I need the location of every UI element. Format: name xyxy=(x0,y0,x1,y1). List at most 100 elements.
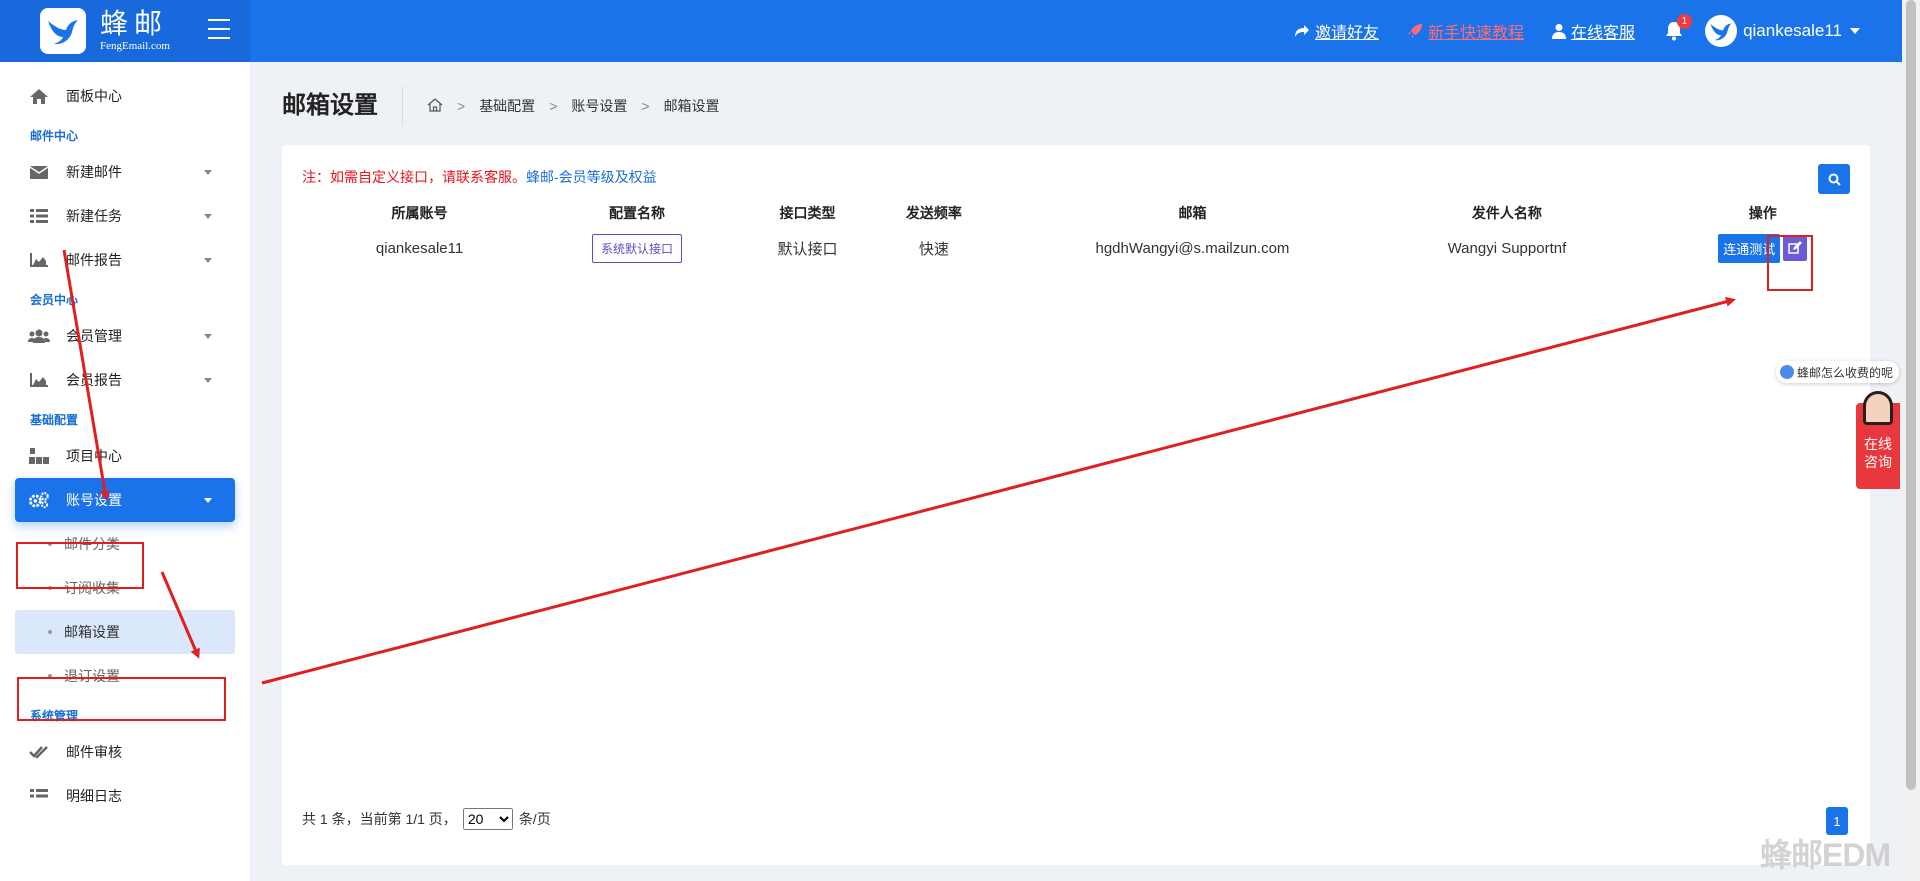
page-header: 邮箱设置 > 基础配置 > 账号设置 > 邮箱设置 xyxy=(282,86,720,126)
pagination-summary: 共 1 条，当前第 1/1 页， xyxy=(302,811,457,827)
sidebar-item-dashboard[interactable]: 面板中心 xyxy=(0,74,250,118)
search-button[interactable] xyxy=(1818,164,1850,194)
notification-bell-icon[interactable]: 1 xyxy=(1665,14,1693,41)
mailbox-table: 所属账号 配置名称 接口类型 发送频率 邮箱 发件人名称 操作 qiankesa… xyxy=(302,201,1842,271)
user-menu[interactable]: qiankesale11 xyxy=(1705,15,1860,47)
sidebar-item-member-manage[interactable]: 会员管理 xyxy=(0,314,250,358)
col-frequency: 发送频率 xyxy=(905,205,962,221)
chevron-down-icon xyxy=(204,334,212,339)
home-icon xyxy=(28,88,50,105)
sidebar-item-operation-log[interactable]: 明细日志 xyxy=(0,774,250,818)
tutorial-link[interactable]: 新手快速教程 xyxy=(1407,19,1524,43)
breadcrumb-base-config[interactable]: 基础配置 xyxy=(479,96,535,116)
sidebar-item-member-report[interactable]: 会员报告 xyxy=(0,358,250,402)
watermark: 蜂邮EDM xyxy=(1760,837,1891,873)
mailbox-panel: 注：如需自定义接口，请联系客服。蜂邮-会员等级及权益 所属账号 配置名称 接口类… xyxy=(282,145,1870,865)
chevron-down-icon xyxy=(204,214,212,219)
sidebar-subitem-mailbox-settings[interactable]: 邮箱设置 xyxy=(15,610,235,654)
col-email: 邮箱 xyxy=(1178,205,1207,221)
membership-link[interactable]: 蜂邮-会员等级及权益 xyxy=(526,169,657,185)
edit-button[interactable] xyxy=(1783,235,1808,261)
home-icon[interactable] xyxy=(427,98,443,115)
chevron-down-icon xyxy=(204,378,212,383)
sidebar-item-project-center[interactable]: 项目中心 xyxy=(0,434,250,478)
notice: 注：如需自定义接口，请联系客服。蜂邮-会员等级及权益 xyxy=(302,167,657,187)
sidebar: 面板中心 邮件中心 新建邮件 新建任务 邮件报告 会员中心 会员管理 会员报告 … xyxy=(0,62,250,881)
col-actions: 操作 xyxy=(1748,205,1777,221)
table-row: qiankesale11 系统默认接口 默认接口 快速 hgdhWangyi@s… xyxy=(302,225,1842,271)
scrollbar[interactable] xyxy=(1902,0,1920,881)
section-mail-center: 邮件中心 xyxy=(30,129,79,143)
pricing-question-bubble[interactable]: 蜂邮怎么收费的呢 xyxy=(1776,361,1900,383)
breadcrumb-account-settings[interactable]: 账号设置 xyxy=(571,96,627,116)
list-icon xyxy=(28,209,50,223)
breadcrumb: > 基础配置 > 账号设置 > 邮箱设置 xyxy=(427,96,720,116)
chevron-right-icon: > xyxy=(641,98,650,114)
username: qiankesale11 xyxy=(1743,21,1842,40)
area-chart-icon xyxy=(28,253,50,267)
avatar xyxy=(1705,15,1738,47)
invite-label: 邀请好友 xyxy=(1315,25,1380,42)
chat-icon xyxy=(1780,365,1794,379)
cell-interface-type: 默认接口 xyxy=(777,240,838,258)
col-interface-type: 接口类型 xyxy=(779,205,836,221)
gears-icon xyxy=(28,491,50,509)
col-config-name: 配置名称 xyxy=(609,205,666,221)
section-base-config: 基础配置 xyxy=(30,413,79,427)
sidebar-item-mail-report[interactable]: 邮件报告 xyxy=(0,238,250,282)
config-name-tag[interactable]: 系统默认接口 xyxy=(592,233,683,263)
rocket-icon xyxy=(1408,24,1423,38)
brand-domain: FengEmail.com xyxy=(100,40,170,52)
cell-sender: Wangyi Supportnf xyxy=(1447,239,1567,257)
chevron-down-icon xyxy=(204,498,212,503)
connectivity-test-button[interactable]: 连通测试 xyxy=(1718,233,1781,263)
sidebar-item-account-settings[interactable]: 账号设置 xyxy=(15,478,235,522)
scrollbar-thumb[interactable] xyxy=(1906,0,1916,790)
agent-avatar-icon xyxy=(1863,391,1893,425)
area-chart-icon xyxy=(28,373,50,387)
share-icon xyxy=(1295,25,1310,37)
online-support-link[interactable]: 在线客服 xyxy=(1552,19,1635,43)
per-page-label: 条/页 xyxy=(518,811,551,827)
section-system-manage: 系统管理 xyxy=(30,709,79,723)
sidebar-item-new-task[interactable]: 新建任务 xyxy=(0,194,250,238)
chevron-down-icon xyxy=(1850,28,1860,34)
brand-name: 蜂邮 xyxy=(100,7,169,40)
cell-account: qiankesale11 xyxy=(375,239,464,257)
sidebar-subitem-mail-category[interactable]: 邮件分类 xyxy=(0,522,250,566)
sidebar-item-mail-review[interactable]: 邮件审核 xyxy=(0,730,250,774)
chevron-down-icon xyxy=(204,170,212,175)
sidebar-subitem-subscribe-collect[interactable]: 订阅收集 xyxy=(0,566,250,610)
envelope-icon xyxy=(28,165,50,179)
support-label: 在线客服 xyxy=(1571,25,1636,42)
cell-frequency: 快速 xyxy=(918,240,949,258)
sidebar-subitem-unsubscribe-settings[interactable]: 退订设置 xyxy=(0,654,250,698)
double-check-icon xyxy=(28,745,50,759)
cell-config-name: 系统默认接口 xyxy=(537,225,737,271)
chevron-down-icon xyxy=(204,258,212,263)
col-account: 所属账号 xyxy=(391,205,448,221)
page-size-select[interactable]: 20 xyxy=(462,808,513,830)
list-icon xyxy=(28,789,50,803)
cell-email: hgdhWangyi@s.mailzun.com xyxy=(1095,239,1290,257)
menu-toggle-icon[interactable] xyxy=(208,19,230,39)
top-header: 蜂邮 FengEmail.com 邀请好友 新手快速教程 在线客服 1 qian… xyxy=(0,0,1902,62)
edit-icon xyxy=(1788,241,1803,254)
notification-count-badge: 1 xyxy=(1677,14,1693,29)
sidebar-item-new-mail[interactable]: 新建邮件 xyxy=(0,150,250,194)
section-member-center: 会员中心 xyxy=(30,293,79,307)
cell-actions: 连通测试 xyxy=(1619,225,1842,271)
breadcrumb-mailbox-settings: 邮箱设置 xyxy=(663,98,720,114)
page-title: 邮箱设置 xyxy=(282,86,403,126)
search-icon xyxy=(1828,173,1841,186)
bird-logo-icon xyxy=(40,8,86,54)
notice-text: 注：如需自定义接口，请联系客服。 xyxy=(302,169,526,185)
invite-friends-link[interactable]: 邀请好友 xyxy=(1294,19,1379,43)
tutorial-label: 新手快速教程 xyxy=(1428,25,1525,42)
online-consult-button[interactable]: 在线 咨询 xyxy=(1856,391,1900,489)
pagination-info: 共 1 条，当前第 1/1 页， 20 条/页 xyxy=(302,808,551,830)
user-icon xyxy=(1552,24,1567,39)
col-sender: 发件人名称 xyxy=(1471,205,1542,221)
chevron-right-icon: > xyxy=(549,98,558,114)
brand[interactable]: 蜂邮 FengEmail.com xyxy=(0,0,250,62)
